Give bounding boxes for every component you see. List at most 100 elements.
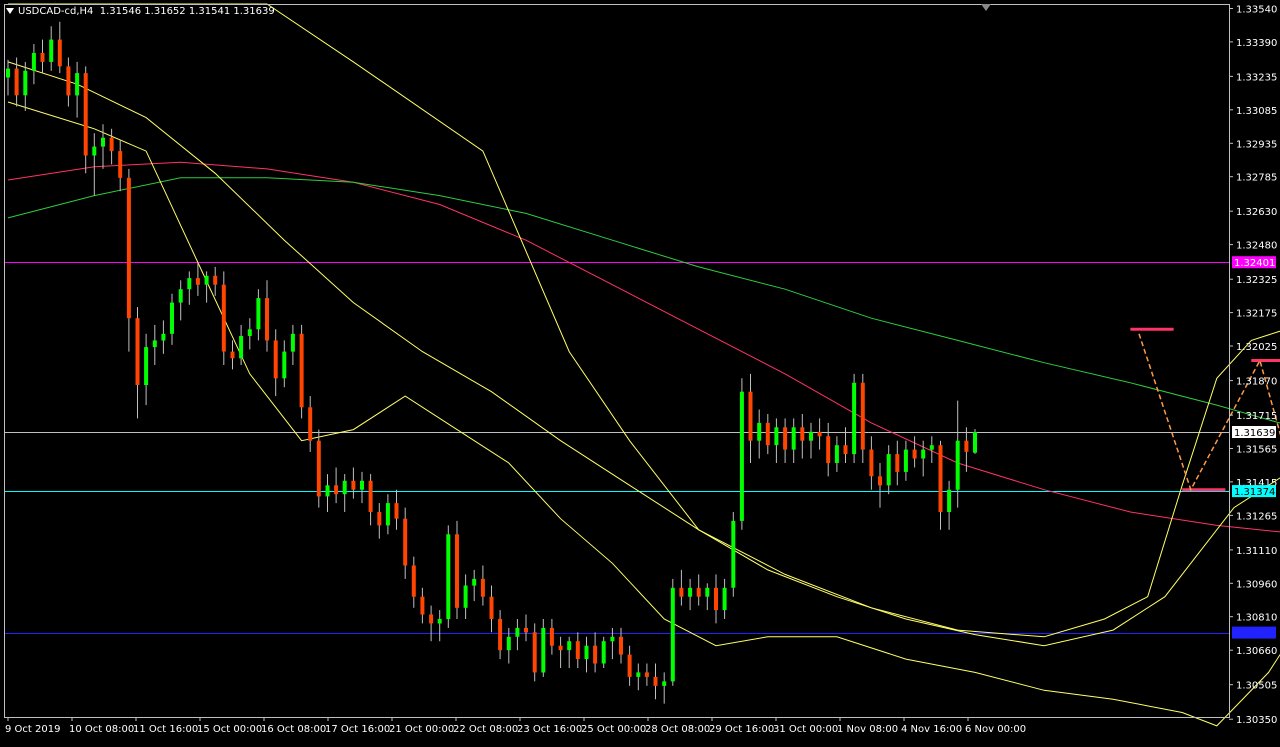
- candle-bull: [662, 681, 667, 686]
- candle-bear: [57, 39, 62, 67]
- horizontal-lines: [4, 262, 1229, 634]
- x-tick-label: 11 Oct 16:00: [133, 724, 198, 735]
- y-tick-label: 1.32325: [1236, 275, 1277, 286]
- candle-bull: [290, 333, 295, 352]
- candle-bull: [6, 68, 10, 78]
- price-chart[interactable]: 1.33540 1.33390 1.33235 1.33085 1.32935 1.327…: [0, 0, 1280, 743]
- candle-bull: [601, 641, 606, 664]
- candle-bull: [947, 489, 952, 512]
- candle-bear: [644, 672, 649, 677]
- candle-bull: [360, 480, 364, 490]
- candle-bull: [472, 578, 477, 586]
- candle-bear: [549, 627, 554, 646]
- candle-bear: [40, 53, 45, 62]
- candle-bear: [299, 333, 304, 408]
- candle-bear: [109, 137, 114, 152]
- candle-bear: [575, 641, 580, 659]
- candle-bear: [696, 587, 701, 597]
- y-tick-label: 1.30960: [1236, 579, 1277, 590]
- bollinger-middle-line: [7, 61, 1280, 647]
- candle-bear: [912, 449, 917, 459]
- x-tick-label: 17 Oct 16:00: [325, 724, 390, 735]
- candle-bull: [144, 347, 149, 385]
- candle-bull: [809, 431, 813, 441]
- candle-bull: [903, 449, 908, 472]
- candle-bull: [852, 382, 857, 455]
- candle-bull: [921, 449, 926, 459]
- dropdown-arrow-icon[interactable]: [6, 8, 14, 14]
- symbol-header[interactable]: USDCAD-cd,H4 1.31546 1.31652 1.31541 1.3…: [6, 6, 275, 17]
- candle-bull: [705, 587, 710, 597]
- candle-bull: [437, 619, 442, 624]
- indicator-lines: [7, 3, 1280, 727]
- line-label: 1.31639: [1234, 428, 1275, 439]
- candle-bear: [66, 66, 71, 96]
- candle-bull: [101, 137, 105, 147]
- candle-bull: [92, 146, 97, 156]
- candle-bull: [23, 70, 28, 96]
- candle-bear: [817, 431, 822, 437]
- y-tick-label: 1.31565: [1236, 445, 1277, 456]
- y-tick-label: 1.31110: [1236, 546, 1277, 557]
- x-tick-label: 16 Oct 08:00: [261, 724, 326, 735]
- candle-bull: [774, 427, 779, 446]
- candle-bull: [187, 278, 192, 290]
- candle-bear: [714, 587, 718, 611]
- candle-bull: [170, 302, 174, 334]
- y-tick-label: 1.33390: [1236, 38, 1277, 49]
- candle-bull: [282, 351, 287, 379]
- candle-bear: [783, 427, 788, 450]
- candle-bull: [463, 585, 468, 608]
- candle-bear: [532, 632, 537, 673]
- y-tick-label: 1.31265: [1236, 511, 1277, 522]
- y-tick-label: 1.32175: [1236, 309, 1277, 320]
- shift-marker-icon[interactable]: [981, 4, 991, 11]
- candle-bear: [748, 391, 753, 441]
- y-tick-label: 1.30660: [1236, 646, 1277, 657]
- y-tick-label: 1.33540: [1236, 5, 1277, 16]
- candle-bull: [178, 289, 183, 303]
- x-tick-label: 31 Oct 00:00: [773, 724, 838, 735]
- candle-bull: [515, 627, 520, 637]
- candle-bull: [731, 520, 736, 588]
- candle-bear: [558, 645, 563, 651]
- candle-bear: [394, 503, 399, 519]
- candle-bull: [886, 454, 891, 486]
- x-tick-label: 10 Oct 08:00: [69, 724, 134, 735]
- candle-bull: [739, 391, 744, 521]
- candle-bear: [878, 476, 882, 486]
- time-axis: 9 Oct 2019 10 Oct 08:0011 Oct 16:0015 Oct…: [5, 717, 1026, 735]
- candle-bull: [929, 445, 934, 450]
- x-tick-label: 4 Nov 16:00: [901, 724, 962, 735]
- candle-bull: [256, 298, 261, 330]
- candle-bear: [420, 596, 425, 615]
- y-tick-label: 1.32935: [1236, 139, 1277, 150]
- candle-bull: [567, 641, 572, 651]
- candle-bull: [584, 645, 589, 660]
- candle-bull: [204, 275, 209, 285]
- candle-bear: [429, 614, 434, 624]
- symbol-label: USDCAD-cd,H4: [18, 6, 94, 17]
- plot-border: [4, 4, 1230, 718]
- candle-bear: [351, 480, 356, 490]
- candle-bull: [247, 329, 252, 336]
- candle-bear: [368, 480, 373, 512]
- x-tick-label: 22 Oct 08:00: [453, 724, 518, 735]
- candle-bear: [627, 654, 632, 677]
- candle-bull: [31, 53, 36, 71]
- candle-bear: [826, 436, 831, 463]
- candle-bear: [213, 275, 218, 285]
- candle-bull: [385, 503, 390, 526]
- candle-bear: [221, 284, 226, 352]
- x-tick-label: 29 Oct 16:00: [709, 724, 774, 735]
- chart-area[interactable]: 1.33540 1.33390 1.33235 1.33085 1.32935 1.327…: [0, 0, 1280, 743]
- candle-bear: [593, 645, 598, 664]
- candle-bear: [265, 298, 269, 341]
- candle-bull: [49, 39, 54, 62]
- candle-bear: [964, 440, 969, 452]
- candles: [6, 21, 977, 704]
- x-tick-label: 9 Oct 2019: [5, 724, 60, 735]
- candle-bull: [152, 340, 157, 348]
- y-tick-label: 1.30505: [1236, 681, 1277, 692]
- candle-bear: [860, 382, 865, 450]
